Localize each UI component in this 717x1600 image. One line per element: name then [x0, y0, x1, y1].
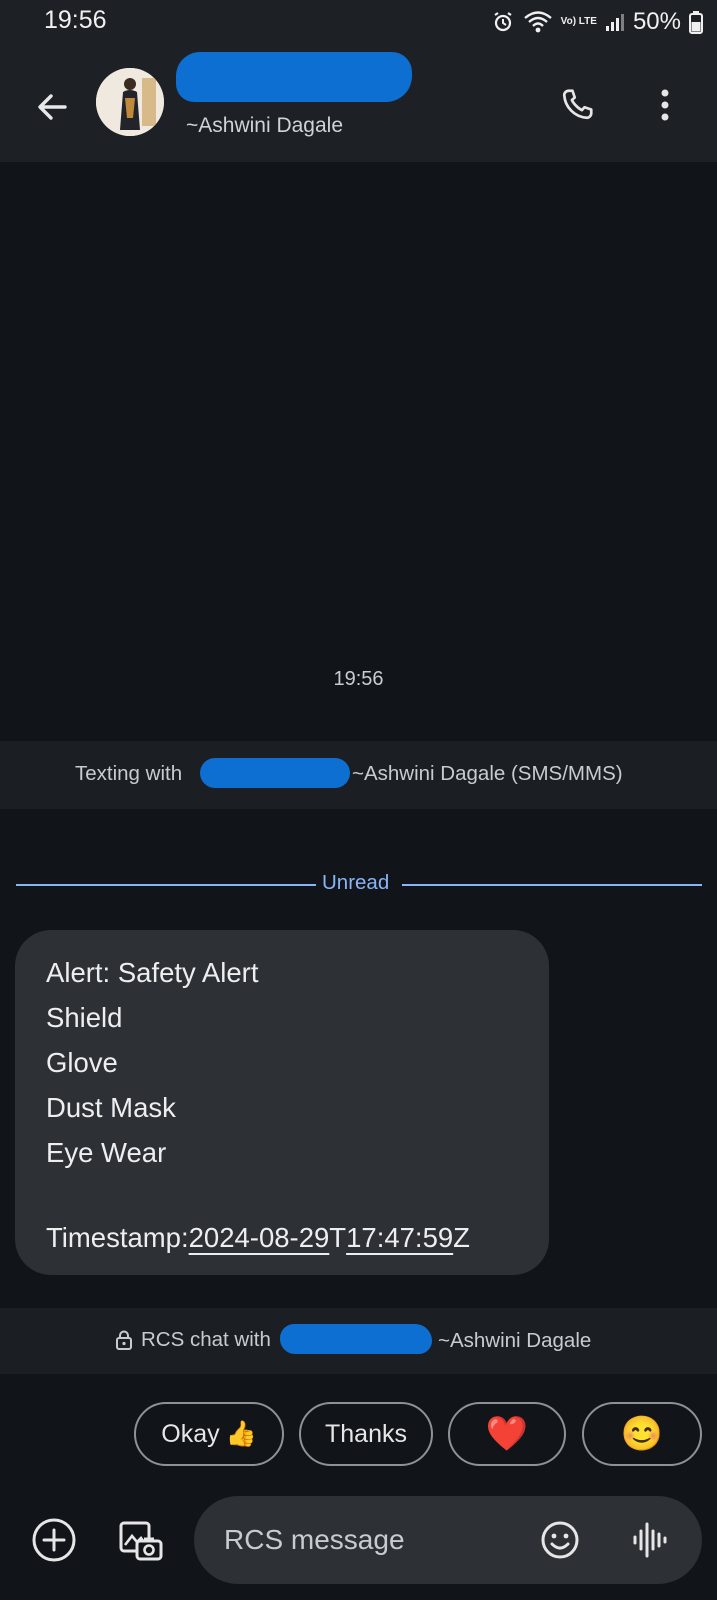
- avatar[interactable]: [96, 68, 164, 136]
- wifi-icon: [523, 10, 553, 34]
- contact-subtitle: ~Ashwini Dagale: [186, 114, 344, 137]
- unread-divider-left: [16, 884, 316, 886]
- texting-with-suffix: ~Ashwini Dagale (SMS/MMS): [352, 762, 623, 785]
- rcs-chat-suffix: ~Ashwini Dagale: [438, 1329, 592, 1352]
- redacted-contact-name: [176, 52, 412, 102]
- message-body: Alert: Safety Alert Shield Glove Dust Ma…: [46, 957, 259, 1168]
- timestamp-date-link[interactable]: 2024-08-29: [189, 1222, 330, 1254]
- add-circle-icon: [32, 1518, 76, 1562]
- lock-icon: [116, 1330, 132, 1350]
- heart-icon: ❤️: [485, 1415, 529, 1453]
- suggestion-chip-heart[interactable]: ❤️: [448, 1402, 566, 1466]
- status-icons: Vo) LTE 50%: [491, 8, 703, 36]
- phone-icon: [562, 89, 593, 120]
- unread-label: Unread: [322, 871, 390, 894]
- gallery-camera-icon: [119, 1521, 163, 1561]
- call-button[interactable]: [552, 80, 602, 130]
- back-arrow-icon: [38, 94, 67, 120]
- suggestion-chip-smile[interactable]: 😊: [582, 1402, 702, 1466]
- timestamp-label: Timestamp:: [46, 1222, 189, 1253]
- redacted-rcs-number: [280, 1324, 432, 1354]
- unread-divider-right: [402, 884, 702, 886]
- add-attachment-button[interactable]: [28, 1514, 80, 1566]
- emoji-icon: [541, 1521, 579, 1559]
- volte-icon: Vo) LTE: [560, 16, 597, 27]
- smile-emoji-icon: 😊: [620, 1415, 664, 1453]
- emoji-button[interactable]: [538, 1518, 582, 1562]
- battery-icon: [689, 10, 703, 34]
- alarm-icon: [491, 10, 515, 34]
- timestamp-z: Z: [453, 1222, 470, 1253]
- more-vert-icon: [661, 89, 669, 121]
- chip-label: Thanks: [325, 1419, 407, 1448]
- battery-percent: 50%: [632, 8, 681, 35]
- suggestion-chip-thanks[interactable]: Thanks: [299, 1402, 433, 1466]
- message-timestamp: 19:56: [333, 668, 384, 690]
- rcs-chat-prefix-row: RCS chat with: [115, 1328, 271, 1352]
- voice-message-button[interactable]: [628, 1518, 672, 1562]
- thumbs-up-icon: 👍: [225, 1419, 257, 1448]
- rcs-chat-prefix: RCS chat with: [141, 1328, 271, 1351]
- chip-label: Okay: [161, 1419, 220, 1448]
- message-input[interactable]: [224, 1520, 504, 1560]
- more-options-button[interactable]: [640, 80, 690, 130]
- suggestion-chip-okay[interactable]: Okay 👍: [134, 1402, 284, 1466]
- voice-waveform-icon: [633, 1522, 667, 1558]
- redacted-number: [200, 758, 350, 788]
- gallery-camera-button[interactable]: [112, 1512, 168, 1568]
- message-timestamp-line: Timestamp: 2024-08-29 T 17:47:59 Z: [46, 1222, 470, 1254]
- signal-icon: [605, 12, 625, 32]
- status-time: 19:56: [44, 6, 107, 34]
- timestamp-time-link[interactable]: 17:47:59: [346, 1222, 453, 1254]
- back-button[interactable]: [30, 85, 74, 129]
- timestamp-t: T: [329, 1222, 347, 1253]
- texting-with-prefix: Texting with: [75, 762, 183, 785]
